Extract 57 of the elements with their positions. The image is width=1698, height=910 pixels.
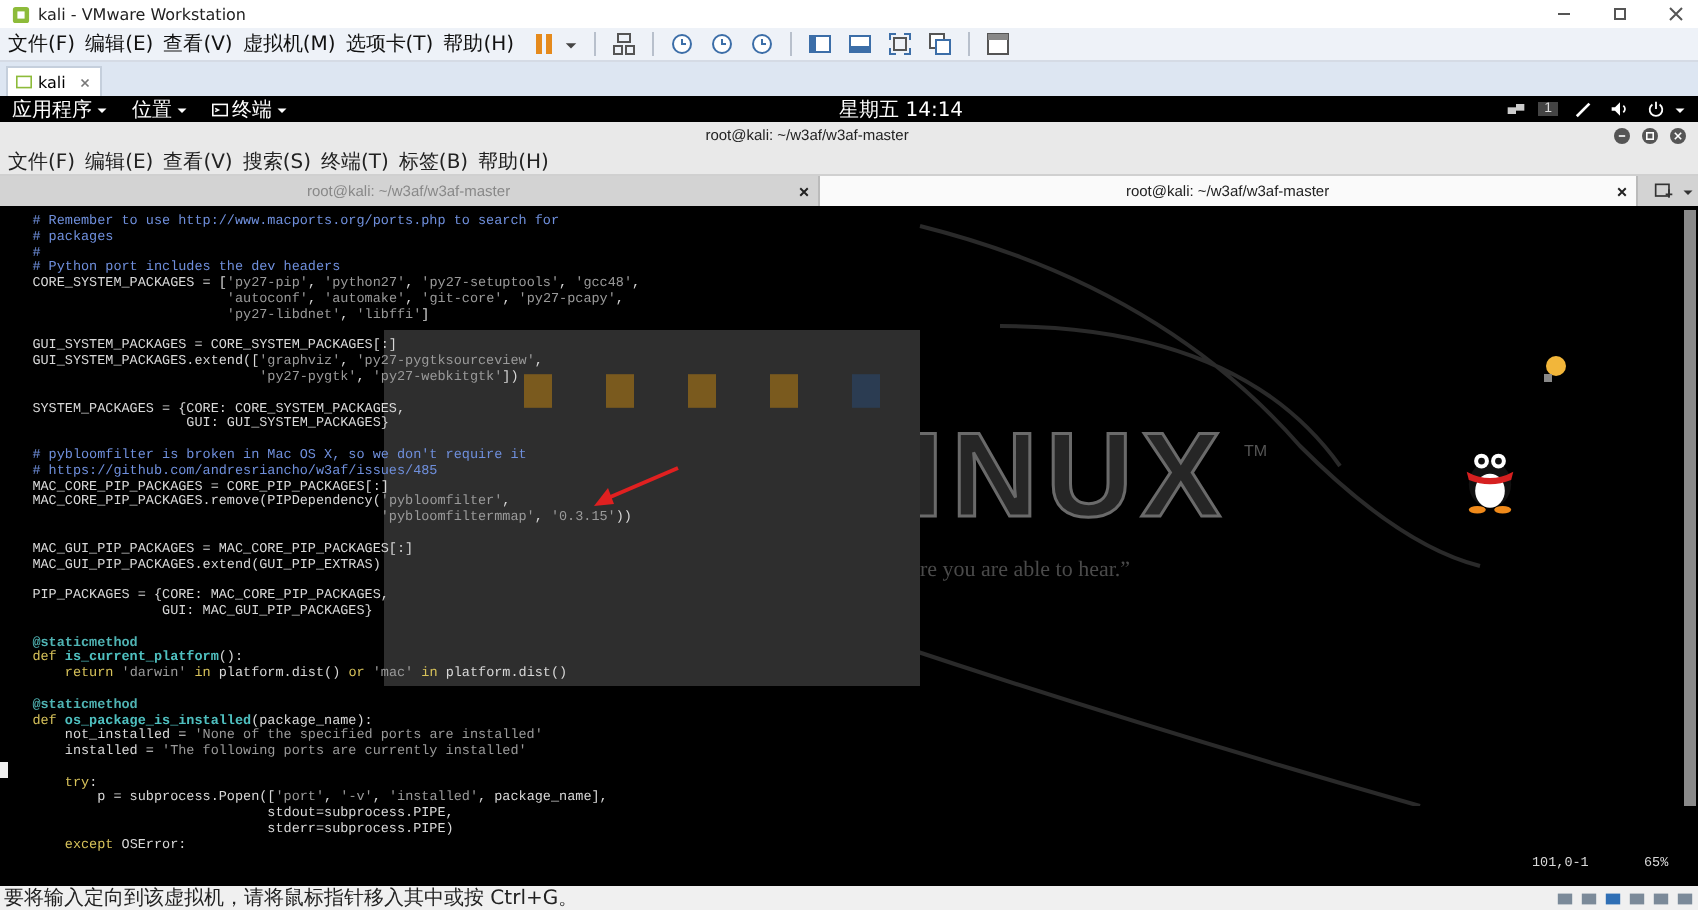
sidebar-view-icon[interactable]: [808, 32, 833, 56]
network-icon[interactable]: [612, 32, 637, 56]
wallpaper-slogan: re you are able to hear.”: [920, 558, 1131, 582]
menu-item[interactable]: 标签(B): [398, 147, 469, 175]
caret-icon[interactable]: [1674, 103, 1686, 115]
top-bar-menu[interactable]: 位置: [132, 95, 188, 123]
unity-icon[interactable]: [928, 32, 953, 56]
caret-icon[interactable]: [1682, 185, 1695, 197]
snapshot-clock-icon[interactable]: [670, 32, 695, 56]
volume-icon[interactable]: [1610, 100, 1630, 118]
close-icon[interactable]: [1666, 4, 1686, 24]
network-icon[interactable]: [1506, 100, 1527, 118]
terminal-icon: [212, 101, 228, 117]
caret-icon: [276, 103, 288, 115]
wallpaper-trademark: TM: [1244, 442, 1268, 460]
minimize-icon[interactable]: [1614, 127, 1631, 143]
menu-item[interactable]: 查看(V): [163, 30, 233, 58]
menu-item[interactable]: 搜索(S): [242, 147, 311, 175]
top-bar-menu[interactable]: 应用程序: [12, 95, 108, 123]
menu-item[interactable]: 文件(F): [8, 147, 76, 175]
arrow-annotation: [592, 466, 680, 510]
menu-item[interactable]: 终端(T): [321, 147, 389, 175]
caret-icon: [176, 103, 188, 115]
menu-item[interactable]: 编辑(E): [85, 30, 154, 58]
menu-item[interactable]: 文件(F): [8, 30, 76, 58]
lightbulb-icon[interactable]: [1540, 354, 1568, 386]
console-view-icon[interactable]: [848, 32, 873, 56]
close-icon[interactable]: [797, 185, 810, 197]
power-icon[interactable]: [1646, 100, 1666, 118]
close-icon[interactable]: [1616, 185, 1629, 197]
pen-icon[interactable]: [1574, 100, 1594, 118]
top-bar-menu[interactable]: 终端: [212, 95, 288, 123]
menu-item[interactable]: 查看(V): [163, 147, 233, 175]
clock[interactable]: 星期五 14:14: [839, 95, 964, 123]
snapshot-clock-icon[interactable]: [750, 32, 775, 56]
menu-item[interactable]: 帮助(H): [478, 147, 549, 175]
menu-item[interactable]: 编辑(E): [85, 147, 154, 175]
scrollbar[interactable]: [1684, 210, 1696, 806]
vm-tab[interactable]: kali: [6, 66, 102, 96]
wallpaper-logo: INUX: [910, 406, 1229, 544]
maximize-icon[interactable]: [1642, 127, 1659, 143]
snapshot-clock-icon[interactable]: [710, 32, 735, 56]
vm-logo-icon: [12, 5, 30, 23]
window-title: kali - VMware Workstation: [38, 5, 246, 23]
fullscreen-icon[interactable]: [888, 32, 913, 56]
menu-item[interactable]: 选项卡(T): [345, 30, 434, 58]
close-icon[interactable]: [1670, 127, 1687, 143]
new-tab-icon[interactable]: [1654, 182, 1675, 200]
restore-icon[interactable]: [1610, 4, 1630, 24]
text-cursor: [0, 761, 8, 778]
menu-item[interactable]: 帮助(H): [443, 30, 515, 58]
vm-icon: [16, 74, 32, 90]
menu-item[interactable]: 虚拟机(M): [242, 30, 336, 58]
caret-icon[interactable]: [564, 37, 579, 51]
window-view-icon[interactable]: [986, 32, 1011, 56]
status-message: 要将输入定向到该虚拟机，请将鼠标指针移入其中或按 Ctrl+G。: [4, 885, 579, 910]
caret-icon: [96, 103, 108, 115]
